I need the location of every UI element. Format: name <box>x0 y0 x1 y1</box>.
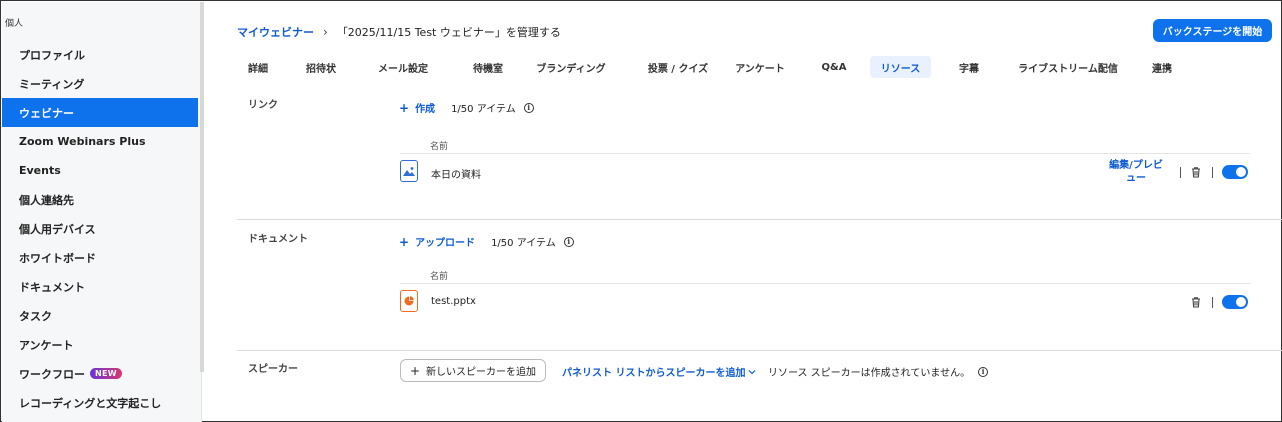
tab-details[interactable]: 詳細 <box>237 56 279 78</box>
info-icon[interactable]: i <box>978 366 989 377</box>
sidebar-item-label: ドキュメント <box>19 280 85 294</box>
sidebar: 個人 プロファイル ミーティング ウェビナー Zoom Webinars Plu… <box>2 2 204 422</box>
pptx-file-icon <box>400 290 418 312</box>
links-count: 1/50 アイテム <box>451 104 516 115</box>
speakers-section-label: スピーカー <box>248 364 298 375</box>
page-title: 「2025/11/15 Test ウェビナー」を管理する <box>336 26 561 39</box>
sidebar-item-label: レコーディングと文字起こし <box>19 396 162 410</box>
tab-branding[interactable]: ブランディング <box>527 56 615 78</box>
sidebar-item-label: プロファイル <box>19 48 85 62</box>
tab-email-settings[interactable]: メール設定 <box>366 56 440 78</box>
pie-icon <box>404 296 414 306</box>
plus-icon: + <box>409 363 421 378</box>
trash-icon[interactable] <box>1190 166 1202 178</box>
documents-action-row: + アップロード 1/50 アイテム i <box>399 234 574 249</box>
no-speakers-message: リソース スピーカーは作成されていません。 i <box>768 364 989 379</box>
link-item-name[interactable]: 本日の資料 <box>431 166 481 181</box>
separator <box>1212 167 1213 178</box>
row-divider <box>400 283 1250 284</box>
sidebar-item-webinars-plus[interactable]: Zoom Webinars Plus <box>2 127 198 156</box>
link-visibility-toggle[interactable] <box>1222 165 1248 179</box>
start-backstage-button[interactable]: バックステージを開始 <box>1153 19 1272 42</box>
chevron-down-icon <box>749 369 756 374</box>
document-visibility-toggle[interactable] <box>1222 295 1248 309</box>
section-divider <box>237 350 1282 351</box>
main-content: マイウェビナー › 「2025/11/15 Test ウェビナー」を管理する バ… <box>204 2 1282 422</box>
sidebar-item-label: ウェビナー <box>19 106 74 120</box>
plus-icon: + <box>399 100 410 115</box>
new-badge: NEW <box>90 368 122 379</box>
breadcrumb: マイウェビナー › 「2025/11/15 Test ウェビナー」を管理する <box>237 24 561 40</box>
tab-waiting-room[interactable]: 待機室 <box>458 56 518 78</box>
upload-button[interactable]: アップロード <box>415 234 475 249</box>
edit-preview-link[interactable]: 編集/プレビ ュー <box>1106 159 1166 185</box>
links-action-row: + 作成 1/50 アイテム i <box>399 100 534 115</box>
separator <box>1212 297 1213 308</box>
breadcrumb-my-webinars-link[interactable]: マイウェビナー <box>237 24 314 40</box>
sidebar-item-documents[interactable]: ドキュメント <box>2 272 198 301</box>
sidebar-item-label: ミーティング <box>19 77 85 91</box>
sidebar-section-personal: 個人 <box>5 19 24 29</box>
tab-integrations[interactable]: 連携 <box>1142 56 1182 78</box>
sidebar-item-tasks[interactable]: タスク <box>2 301 198 330</box>
sidebar-item-whiteboards[interactable]: ホワイトボード <box>2 243 198 272</box>
sidebar-item-surveys[interactable]: アンケート <box>2 330 198 359</box>
sidebar-item-label: ワークフロー <box>19 367 85 381</box>
sidebar-item-meetings[interactable]: ミーティング <box>2 69 198 98</box>
trash-icon[interactable] <box>1190 296 1202 308</box>
edit-preview-label-line1: 編集/プレビ <box>1109 160 1163 171</box>
links-section-label: リンク <box>248 100 278 111</box>
info-icon[interactable]: i <box>563 236 574 247</box>
landscape-icon <box>403 167 415 176</box>
sidebar-item-contacts[interactable]: 個人連絡先 <box>2 185 198 214</box>
sidebar-item-label: Zoom Webinars Plus <box>19 135 146 148</box>
sidebar-item-label: ホワイトボード <box>19 251 96 265</box>
tab-surveys[interactable]: アンケート <box>728 56 792 78</box>
image-file-icon <box>400 160 418 182</box>
panelist-link-label: パネリスト リストからスピーカーを追加 <box>562 368 746 379</box>
add-from-panelists-dropdown[interactable]: パネリスト リストからスピーカーを追加 <box>562 364 756 379</box>
add-speaker-label: 新しいスピーカーを追加 <box>426 367 537 378</box>
section-divider <box>237 219 1282 220</box>
row-divider <box>400 153 1250 154</box>
sidebar-item-events[interactable]: Events <box>2 156 198 185</box>
sidebar-item-devices[interactable]: 個人用デバイス <box>2 214 198 243</box>
document-item-name[interactable]: test.pptx <box>431 296 476 307</box>
sidebar-item-webinars[interactable]: ウェビナー <box>2 98 198 127</box>
edit-preview-label-line2: ュー <box>1126 173 1146 184</box>
tab-captions[interactable]: 字幕 <box>949 56 989 78</box>
sidebar-item-label: 個人連絡先 <box>19 193 74 207</box>
documents-name-column-header: 名前 <box>430 272 449 282</box>
documents-section-label: ドキュメント <box>248 234 308 245</box>
plus-icon: + <box>399 234 410 249</box>
sidebar-item-workflows[interactable]: ワークフロー NEW <box>2 359 198 388</box>
tab-resources[interactable]: リソース <box>870 56 931 78</box>
sidebar-item-label: 個人用デバイス <box>19 222 96 236</box>
links-name-column-header: 名前 <box>430 142 449 152</box>
separator <box>1180 167 1181 178</box>
tab-livestream[interactable]: ライブストリーム配信 <box>1012 56 1124 78</box>
add-speaker-button[interactable]: + 新しいスピーカーを追加 <box>400 359 546 382</box>
tab-invitations[interactable]: 招待状 <box>299 56 343 78</box>
breadcrumb-chevron-icon: › <box>323 25 328 39</box>
app-frame: 個人 プロファイル ミーティング ウェビナー Zoom Webinars Plu… <box>0 0 1282 422</box>
sidebar-item-profile[interactable]: プロファイル <box>2 40 198 69</box>
sidebar-item-label: タスク <box>19 309 52 323</box>
no-speakers-text: リソース スピーカーは作成されていません。 <box>768 368 971 379</box>
sidebar-item-recordings[interactable]: レコーディングと文字起こし <box>2 388 198 417</box>
tab-qa[interactable]: Q&A <box>812 56 856 78</box>
sidebar-item-label: アンケート <box>19 338 74 352</box>
documents-count: 1/50 アイテム <box>491 238 556 249</box>
sidebar-item-label: Events <box>19 164 61 177</box>
info-icon[interactable]: i <box>523 102 534 113</box>
tab-polls-quizzes[interactable]: 投票 / クイズ <box>633 56 723 78</box>
create-link-button[interactable]: 作成 <box>415 100 435 115</box>
